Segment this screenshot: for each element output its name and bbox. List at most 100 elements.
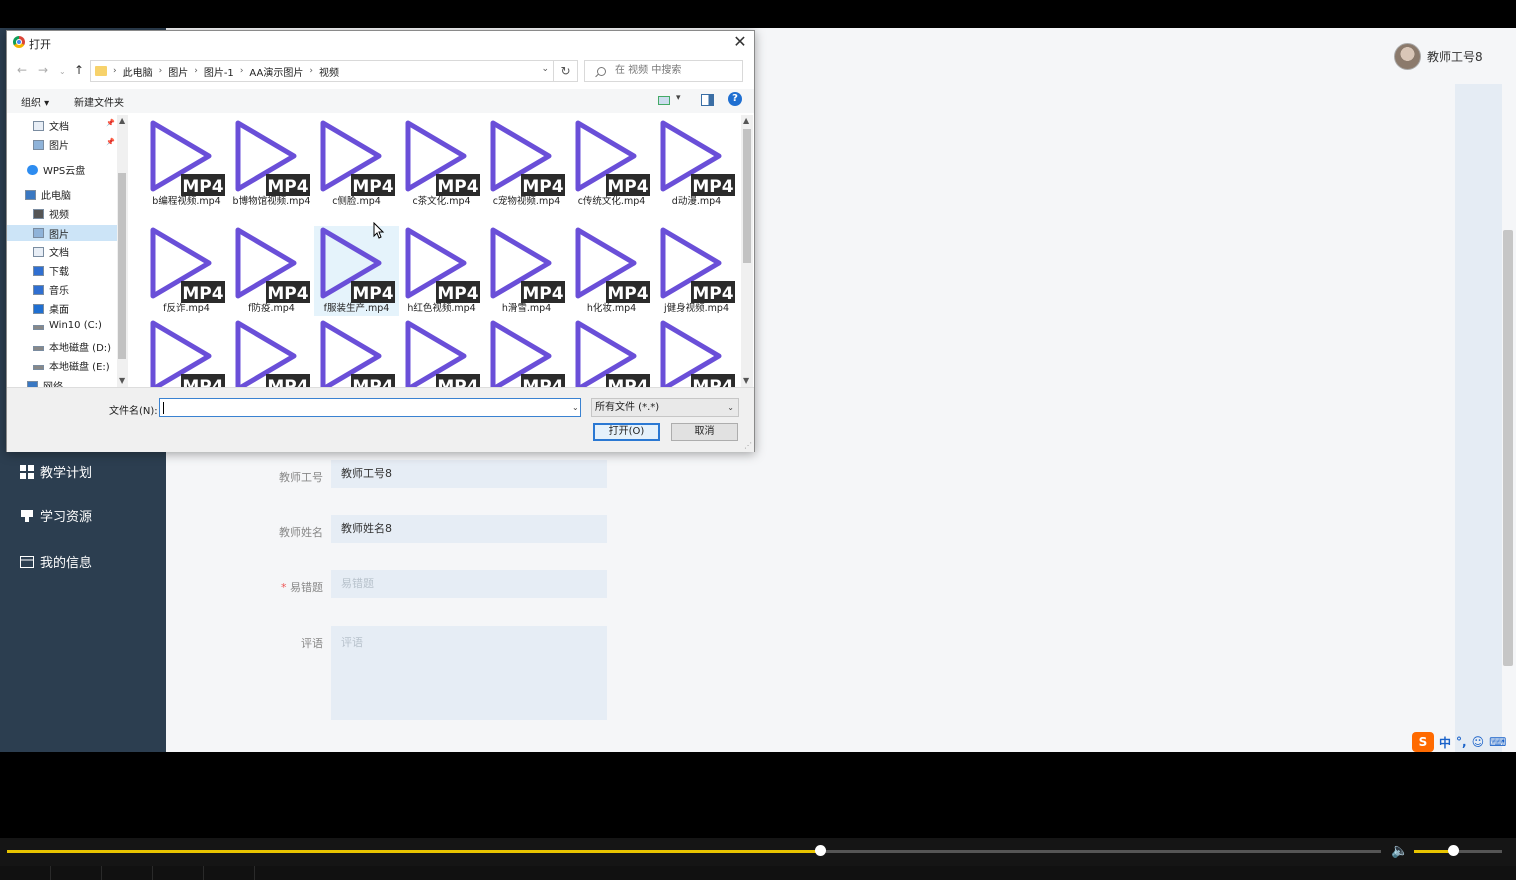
view-mode-icon[interactable]	[658, 96, 670, 105]
teacher-id-field[interactable]: 教师工号8	[331, 460, 607, 488]
drive-icon	[33, 365, 44, 370]
tree-item[interactable]: 文档	[33, 118, 69, 133]
file-item[interactable]: MP4 b博物馆视频.mp4	[229, 119, 314, 219]
scroll-up-icon[interactable]: ▲	[743, 116, 749, 125]
cancel-button[interactable]: 取消	[671, 423, 738, 441]
scroll-up-icon[interactable]: ▲	[119, 116, 125, 125]
tree-item[interactable]: 网络	[27, 378, 63, 387]
file-item[interactable]: MP4 f反诈.mp4	[144, 226, 229, 316]
address-bar[interactable]: › 此电脑 › 图片 › 图片-1 › AA演示图片 › 视频 ⌄	[90, 60, 554, 82]
preview-pane-icon[interactable]	[701, 94, 714, 106]
nav-teaching-plan[interactable]: 教学计划	[20, 462, 92, 481]
open-button[interactable]: 打开(O)	[593, 423, 660, 441]
pin-icon[interactable]: 📌	[106, 119, 115, 127]
scroll-down-icon[interactable]: ▼	[119, 376, 125, 385]
help-icon[interactable]: ?	[728, 92, 742, 106]
emoji-icon[interactable]: ☺	[1472, 735, 1485, 749]
files-scroll-thumb[interactable]	[743, 129, 751, 263]
file-item[interactable]: MP4	[484, 319, 569, 387]
pin-icon[interactable]: 📌	[106, 138, 115, 146]
file-item[interactable]: MP4 h红色视频.mp4	[399, 226, 484, 316]
taskbar-slot[interactable]	[51, 866, 102, 880]
cloud-icon	[27, 164, 38, 175]
tree-item[interactable]: 桌面	[33, 301, 69, 316]
taskbar-slot[interactable]	[204, 866, 255, 880]
volume-icon[interactable]: 🔈	[1391, 843, 1409, 859]
nav-my-info[interactable]: 我的信息	[20, 552, 92, 571]
comment-textarea[interactable]: 评语	[331, 626, 607, 720]
ime-mode[interactable]: 中	[1439, 734, 1451, 751]
chevron-down-icon[interactable]: ⌄	[727, 399, 734, 416]
tree-item-label: 视频	[49, 210, 69, 221]
tree-item[interactable]: WPS云盘	[27, 162, 85, 177]
breadcrumb-item[interactable]: 图片-1	[204, 64, 234, 79]
chevron-down-icon[interactable]: ⌄	[541, 64, 549, 74]
refresh-icon[interactable]: ↻	[554, 60, 578, 82]
filetype-select[interactable]: 所有文件 (*.*) ⌄	[591, 398, 739, 417]
teacher-name-field[interactable]: 教师姓名8	[331, 515, 607, 543]
breadcrumb-item[interactable]: 此电脑	[123, 64, 153, 79]
forward-arrow-icon[interactable]: →	[38, 63, 48, 77]
tree-item[interactable]: 图片	[33, 137, 69, 152]
search-input[interactable]: 在 视频 中搜索	[584, 60, 743, 82]
ime-toolbar[interactable]: S 中 °, ☺ ⌨	[1412, 731, 1506, 753]
tree-item[interactable]: 文档	[33, 244, 69, 259]
taskbar-slot[interactable]	[102, 866, 153, 880]
tree-item[interactable]: 下载	[33, 263, 69, 278]
mistake-field[interactable]: 易错题	[331, 570, 607, 598]
chevron-down-icon[interactable]: ⌄	[572, 403, 579, 412]
close-button[interactable]: ✕	[732, 33, 748, 51]
nav-learning-resources[interactable]: 学习资源	[20, 506, 92, 525]
file-item[interactable]: MP4	[569, 319, 654, 387]
file-item[interactable]: MP4 c侧脸.mp4	[314, 119, 399, 219]
file-item[interactable]: MP4 b编程视频.mp4	[144, 119, 229, 219]
file-item[interactable]: MP4 h滑雪.mp4	[484, 226, 569, 316]
tree-item[interactable]: 视频	[33, 206, 69, 221]
tree-item[interactable]: Win10 (C:)	[33, 320, 102, 331]
filename-input[interactable]: ⌄	[159, 398, 581, 417]
file-item[interactable]: MP4	[399, 319, 484, 387]
mp4-file-icon: MP4	[405, 120, 480, 197]
taskbar-slot[interactable]	[0, 866, 51, 880]
organize-button[interactable]: 组织 ▾	[21, 94, 49, 109]
breadcrumb-item[interactable]: 图片	[168, 64, 188, 79]
tree-item[interactable]: 本地磁盘 (E:)	[33, 358, 110, 373]
taskbar-slot[interactable]	[153, 866, 204, 880]
file-badge: MP4	[692, 377, 733, 387]
tree-item[interactable]: 本地磁盘 (D:)	[33, 339, 111, 354]
file-item[interactable]: MP4	[654, 319, 739, 387]
volume-knob[interactable]	[1447, 845, 1459, 856]
file-item[interactable]: MP4	[144, 319, 229, 387]
resize-grip-icon[interactable]: ⋰	[744, 441, 752, 450]
file-item[interactable]: MP4 d动漫.mp4	[654, 119, 739, 219]
chevron-down-icon[interactable]: ▾	[676, 93, 681, 103]
file-item[interactable]: MP4 c传统文化.mp4	[569, 119, 654, 219]
file-item[interactable]: MP4 j健身视频.mp4	[654, 226, 739, 316]
tree-item[interactable]: 图片	[7, 225, 117, 241]
breadcrumb-item[interactable]: 视频	[319, 64, 339, 79]
file-item[interactable]: MP4	[229, 319, 314, 387]
breadcrumb-item[interactable]: AA演示图片	[249, 64, 303, 79]
new-folder-button[interactable]: 新建文件夹	[74, 94, 124, 109]
page-scrollbar[interactable]	[1503, 230, 1513, 666]
mouse-cursor-icon	[373, 222, 385, 239]
file-item[interactable]: MP4	[314, 319, 399, 387]
tree-scroll-thumb[interactable]	[118, 173, 126, 359]
file-item[interactable]: MP4 c宠物视频.mp4	[484, 119, 569, 219]
ime-punct[interactable]: °,	[1456, 735, 1467, 749]
tree-item[interactable]: 此电脑	[25, 187, 71, 202]
tree-item[interactable]: 音乐	[33, 282, 69, 297]
recent-dropdown-icon[interactable]: ⌄	[59, 67, 66, 76]
user-profile[interactable]: 教师工号8	[1394, 43, 1483, 70]
teacher-id-label: 教师工号	[279, 471, 323, 484]
file-item[interactable]: MP4 h化妆.mp4	[569, 226, 654, 316]
file-item[interactable]: MP4 c茶文化.mp4	[399, 119, 484, 219]
file-item[interactable]: MP4 f防疫.mp4	[229, 226, 314, 316]
back-arrow-icon[interactable]: ←	[17, 63, 27, 77]
up-arrow-icon[interactable]: ↑	[74, 63, 84, 77]
file-item[interactable]: MP4 f服装生产.mp4	[314, 226, 399, 316]
scroll-down-icon[interactable]: ▼	[743, 376, 749, 385]
pictures-icon	[33, 139, 44, 150]
keyboard-icon[interactable]: ⌨	[1489, 735, 1506, 749]
file-name: f服装生产.mp4	[323, 303, 390, 314]
